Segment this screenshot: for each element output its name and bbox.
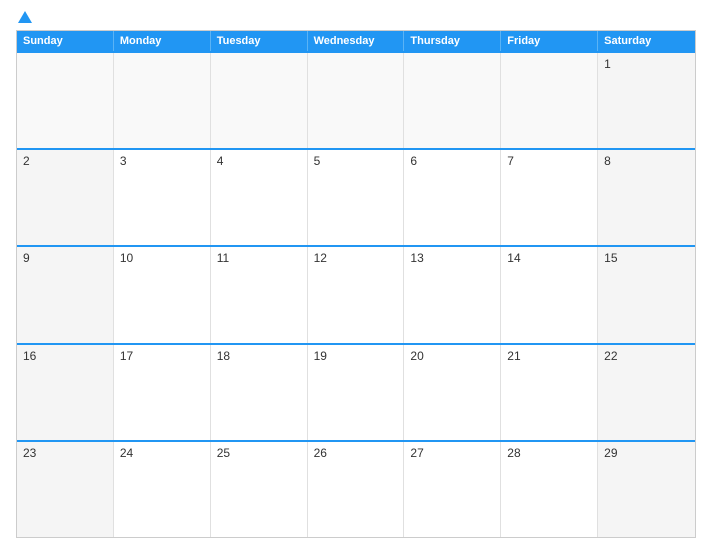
calendar-cell: 23 bbox=[17, 442, 114, 537]
day-number: 8 bbox=[604, 154, 689, 168]
calendar-page: SundayMondayTuesdayWednesdayThursdayFrid… bbox=[0, 0, 712, 550]
calendar-cell bbox=[17, 53, 114, 148]
calendar-header: SundayMondayTuesdayWednesdayThursdayFrid… bbox=[17, 31, 695, 51]
calendar-cell: 5 bbox=[308, 150, 405, 245]
day-number: 17 bbox=[120, 349, 204, 363]
calendar-cell: 12 bbox=[308, 247, 405, 342]
header bbox=[16, 12, 696, 24]
calendar: SundayMondayTuesdayWednesdayThursdayFrid… bbox=[16, 30, 696, 538]
calendar-cell: 22 bbox=[598, 345, 695, 440]
calendar-cell: 19 bbox=[308, 345, 405, 440]
day-number: 5 bbox=[314, 154, 398, 168]
day-number: 19 bbox=[314, 349, 398, 363]
calendar-cell: 9 bbox=[17, 247, 114, 342]
calendar-cell: 2 bbox=[17, 150, 114, 245]
day-number: 26 bbox=[314, 446, 398, 460]
day-number: 14 bbox=[507, 251, 591, 265]
logo bbox=[16, 12, 32, 24]
day-number: 15 bbox=[604, 251, 689, 265]
calendar-cell bbox=[211, 53, 308, 148]
day-number: 6 bbox=[410, 154, 494, 168]
calendar-cell: 1 bbox=[598, 53, 695, 148]
calendar-cell: 29 bbox=[598, 442, 695, 537]
calendar-cell: 26 bbox=[308, 442, 405, 537]
calendar-week: 1 bbox=[17, 51, 695, 148]
calendar-header-cell: Tuesday bbox=[211, 31, 308, 51]
calendar-cell: 28 bbox=[501, 442, 598, 537]
calendar-cell: 16 bbox=[17, 345, 114, 440]
calendar-header-cell: Monday bbox=[114, 31, 211, 51]
calendar-cell: 3 bbox=[114, 150, 211, 245]
calendar-cell: 4 bbox=[211, 150, 308, 245]
day-number: 18 bbox=[217, 349, 301, 363]
day-number: 27 bbox=[410, 446, 494, 460]
day-number: 24 bbox=[120, 446, 204, 460]
day-number: 21 bbox=[507, 349, 591, 363]
day-number: 16 bbox=[23, 349, 107, 363]
calendar-cell: 21 bbox=[501, 345, 598, 440]
calendar-cell: 11 bbox=[211, 247, 308, 342]
day-number: 1 bbox=[604, 57, 689, 71]
calendar-cell: 25 bbox=[211, 442, 308, 537]
calendar-header-cell: Wednesday bbox=[308, 31, 405, 51]
day-number: 4 bbox=[217, 154, 301, 168]
calendar-cell bbox=[114, 53, 211, 148]
day-number: 13 bbox=[410, 251, 494, 265]
day-number: 25 bbox=[217, 446, 301, 460]
day-number: 22 bbox=[604, 349, 689, 363]
day-number: 20 bbox=[410, 349, 494, 363]
day-number: 2 bbox=[23, 154, 107, 168]
calendar-week: 16 17 18 19 20 21 22 bbox=[17, 343, 695, 440]
day-number: 10 bbox=[120, 251, 204, 265]
day-number: 29 bbox=[604, 446, 689, 460]
calendar-cell: 14 bbox=[501, 247, 598, 342]
calendar-body: 1234567891011121314151617181920212223242… bbox=[17, 51, 695, 537]
calendar-cell: 27 bbox=[404, 442, 501, 537]
day-number: 23 bbox=[23, 446, 107, 460]
calendar-cell: 24 bbox=[114, 442, 211, 537]
calendar-cell: 6 bbox=[404, 150, 501, 245]
calendar-header-cell: Friday bbox=[501, 31, 598, 51]
calendar-cell: 7 bbox=[501, 150, 598, 245]
calendar-header-cell: Saturday bbox=[598, 31, 695, 51]
calendar-cell bbox=[404, 53, 501, 148]
calendar-header-cell: Sunday bbox=[17, 31, 114, 51]
logo-triangle-icon bbox=[18, 11, 32, 23]
calendar-header-cell: Thursday bbox=[404, 31, 501, 51]
calendar-cell: 18 bbox=[211, 345, 308, 440]
calendar-week: 9 10 11 12 13 14 15 bbox=[17, 245, 695, 342]
calendar-cell: 17 bbox=[114, 345, 211, 440]
calendar-cell bbox=[308, 53, 405, 148]
calendar-cell: 20 bbox=[404, 345, 501, 440]
calendar-cell: 15 bbox=[598, 247, 695, 342]
day-number: 7 bbox=[507, 154, 591, 168]
day-number: 9 bbox=[23, 251, 107, 265]
day-number: 12 bbox=[314, 251, 398, 265]
calendar-week: 23 24 25 26 27 28 29 bbox=[17, 440, 695, 537]
calendar-cell: 13 bbox=[404, 247, 501, 342]
calendar-cell: 10 bbox=[114, 247, 211, 342]
day-number: 28 bbox=[507, 446, 591, 460]
calendar-week: 2345678 bbox=[17, 148, 695, 245]
calendar-cell bbox=[501, 53, 598, 148]
day-number: 11 bbox=[217, 251, 301, 265]
day-number: 3 bbox=[120, 154, 204, 168]
calendar-cell: 8 bbox=[598, 150, 695, 245]
